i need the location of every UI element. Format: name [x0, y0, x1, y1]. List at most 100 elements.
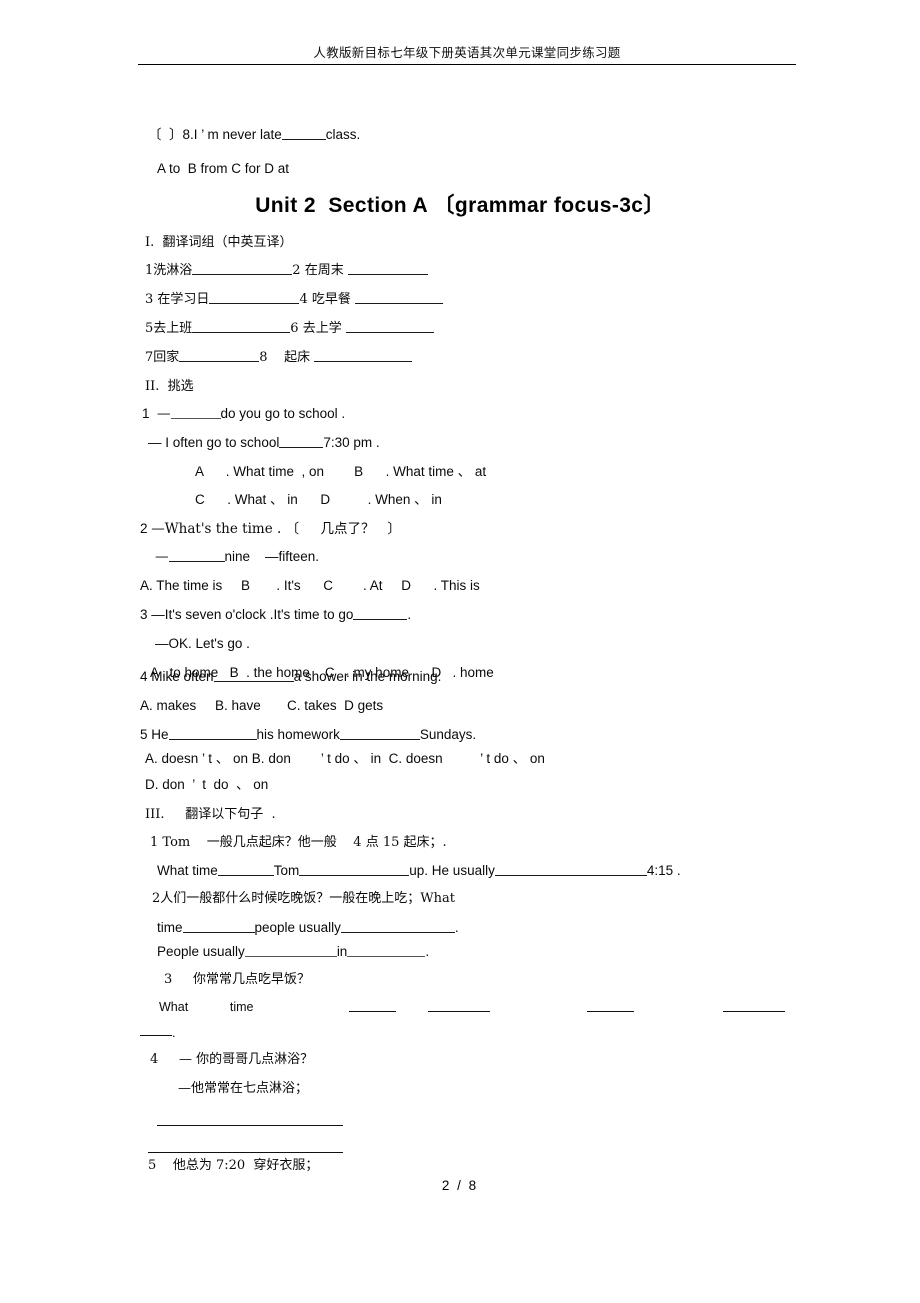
q1-reply-post: 7:30 pm . [323, 435, 380, 450]
q1-option-b-label[interactable]: B [354, 464, 363, 479]
vocab-item-8-num: 8 [259, 350, 268, 365]
vocab-item-8-text: 起床 [284, 350, 315, 365]
q2-num: 2 [140, 521, 148, 536]
q5-stem: 5 He his homework Sundays. [140, 725, 476, 745]
blank-line [217, 863, 274, 876]
q3-stem: 3 —It's seven o'clock .It's time to go. [140, 605, 411, 625]
carryover-question-tail: class. [325, 127, 361, 142]
section-three-heading: III. 翻译以下句子 . [145, 807, 276, 822]
q3-stem-post: . [407, 607, 412, 622]
q1-option-d-text[interactable]: . When 、 in [368, 492, 442, 507]
q2-reply-post: nine —fifteen. [224, 549, 320, 564]
s3-q4-prompt: 4 — 你的哥哥几点淋浴？ [150, 1050, 313, 1070]
q1-option-a-text[interactable]: . What time , on [226, 464, 324, 479]
blank-line [347, 262, 428, 275]
carryover-options-8: A to B from C for D at [157, 161, 290, 176]
vocab-item-1-text: 洗淋浴 [153, 263, 193, 278]
s3-q1-prompt: 1 Tom 一般几点起床？他一般 4 点 15 起床；. [150, 833, 447, 853]
q4-stem: 4 Mike often a shower in the morning. [140, 667, 441, 687]
q5-options-row-2[interactable]: D. don ’ t do 、 on [145, 775, 268, 795]
q1-options-row-1: A . What time , on B . What time 、 at [195, 462, 486, 482]
s3-q3-answer-line: What time [159, 998, 254, 1017]
q5-stem-mid: his homework [256, 727, 340, 742]
blank-rule [723, 1011, 785, 1012]
q2-reply-pre: — [155, 549, 169, 565]
blank-line [355, 291, 443, 304]
s3-q1-answer-c: up. He usually [409, 863, 495, 878]
q2-options: A. The time is B . It's C . At D . This … [140, 576, 480, 596]
blank-line [192, 320, 291, 333]
vocab-item-6-num: 6 [290, 321, 299, 336]
q4-stem-post: a shower in the morning. [293, 669, 442, 684]
blank-line [192, 262, 293, 275]
vocab-item-6-text: 去上学 [302, 321, 346, 336]
s3-q3-answer-tail: . [172, 1026, 176, 1040]
q2-option-b-label[interactable]: B [241, 578, 250, 593]
blank-rule [428, 1011, 490, 1012]
s3-q2-line1-b: people usually [254, 920, 341, 935]
q2-option-c-text[interactable]: . At [363, 578, 383, 593]
document-page: 人教版新目标七年级下册英语其次单元课堂同步练习题 〔 〕8.I ’ m neve… [0, 0, 920, 1303]
q1-option-d-label[interactable]: D [320, 492, 330, 507]
q1-options-row-2: C . What 、 in D . When 、 in [195, 490, 442, 510]
s3-q3-prompt-text: 你常常几点吃早饭？ [192, 972, 310, 987]
q1-reply-pre: — I often go to school [148, 435, 280, 450]
q2-option-d-label[interactable]: D [401, 578, 411, 593]
answer-rule [148, 1152, 343, 1153]
q1-option-c-label[interactable]: C [195, 492, 205, 507]
vocab-item-2-num: 2 [292, 263, 301, 278]
q3-option-d-text[interactable]: . home [453, 665, 494, 680]
blank-line [182, 920, 255, 933]
q5-stem-post: Sundays. [419, 727, 477, 742]
blank-rule [587, 1011, 634, 1012]
blank-line [353, 607, 408, 620]
blank-line [299, 863, 410, 876]
s3-q3-prompt: 3 你常常几点吃早饭？ [164, 970, 310, 990]
q2-option-a[interactable]: A. The time is [140, 578, 222, 593]
s3-q1-answer-b: Tom [273, 863, 300, 878]
blank-line [494, 863, 647, 876]
q3-num: 3 [140, 607, 148, 622]
q2-option-b-text[interactable]: . It's [276, 578, 300, 593]
answer-rule [157, 1125, 343, 1126]
q4-options[interactable]: A. makes B. have C. takes D gets [140, 696, 383, 716]
s3-q2-answer-line-1: time people usually. [157, 918, 459, 938]
q4-stem-pre: Mike often [151, 669, 214, 684]
q1-dash: — [157, 406, 171, 422]
blank-line [279, 435, 324, 448]
blank-line [168, 549, 225, 562]
s3-q1-prompt-text: Tom 一般几点起床？他一般 4 点 15 起床；. [162, 835, 447, 850]
q5-options-row-1[interactable]: A. doesn ’ t 、 on B. don ’ t do 、 in C. … [145, 749, 545, 769]
blank-line [244, 944, 337, 957]
vocab-row-4: 7回家 8 起床 [145, 348, 413, 368]
vocab-row-3: 5去上班 6 去上学 [145, 319, 434, 339]
q2-option-c-label[interactable]: C [323, 578, 333, 593]
q5-stem-pre: He [151, 727, 169, 742]
s3-q4-reply: —他常常在七点淋浴； [178, 1081, 309, 1096]
blank-rule [349, 1011, 396, 1012]
vocab-item-2-text: 在周末 [304, 263, 348, 278]
section-two-heading: II. 挑选 [145, 379, 194, 394]
s3-q2-line2-b: in [336, 944, 348, 959]
blank-line [281, 127, 326, 140]
q2-stem-text: —What's the time . 〔 几点了？ 〕 [151, 521, 401, 537]
vocab-row-1: 1洗淋浴 2 在周末 [145, 261, 428, 281]
q3-reply: —OK. Let's go . [155, 636, 250, 651]
q1-stem-post: do you go to school . [220, 406, 346, 421]
blank-line [314, 349, 413, 362]
page-title: Unit 2 Section A 〔grammar focus-3c〕 [255, 194, 665, 217]
q2-stem: 2 —What's the time . 〔 几点了？ 〕 [140, 519, 401, 539]
blank-line [213, 669, 294, 682]
q2-option-d-text[interactable]: . This is [434, 578, 480, 593]
vocab-item-7-text: 回家 [153, 350, 180, 365]
document-header-title: 人教版新目标七年级下册英语其次单元课堂同步练习题 [313, 45, 621, 60]
q1-option-c-text[interactable]: . What 、 in [227, 492, 298, 507]
s3-q2-line1-c: . [454, 920, 459, 935]
s3-q2-line2-c: . [425, 944, 430, 959]
carryover-question-text: 〔 〕8.I ’ m never late [148, 127, 282, 142]
blank-line [209, 291, 300, 304]
blank-rule [140, 1035, 172, 1036]
q1-option-b-text[interactable]: . What time 、 at [386, 464, 487, 479]
vocab-item-5-text: 去上班 [153, 321, 193, 336]
blank-line [339, 727, 420, 740]
